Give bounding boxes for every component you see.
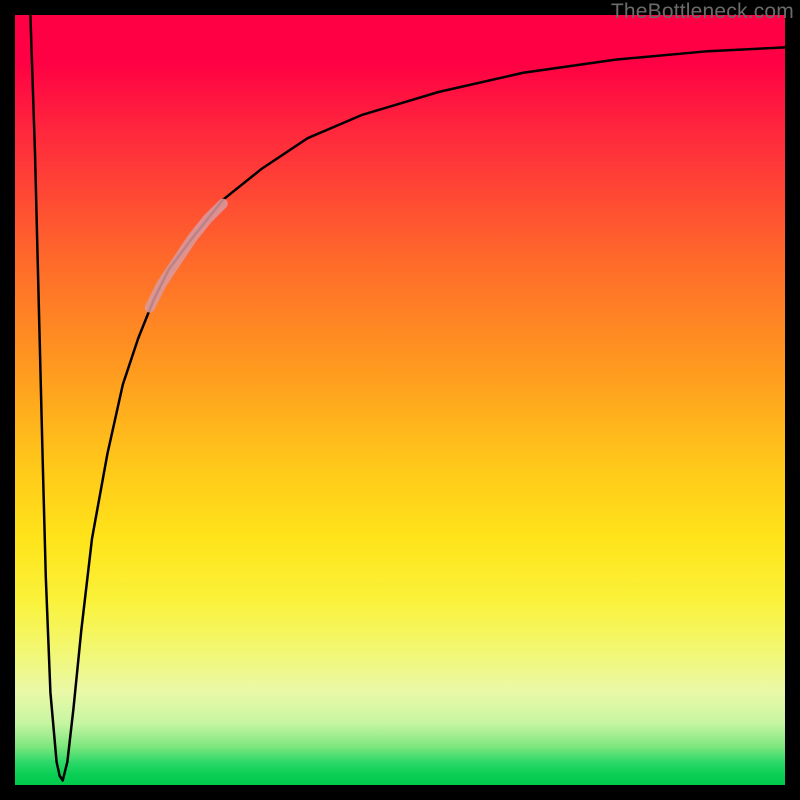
curve-highlight xyxy=(150,204,223,308)
watermark-text: TheBottleneck.com xyxy=(611,0,794,24)
chart-frame: TheBottleneck.com xyxy=(0,0,800,800)
curve-main xyxy=(60,47,785,780)
curve-left-spike xyxy=(30,15,62,780)
curve-group xyxy=(30,15,785,780)
chart-curves-svg xyxy=(15,15,785,785)
